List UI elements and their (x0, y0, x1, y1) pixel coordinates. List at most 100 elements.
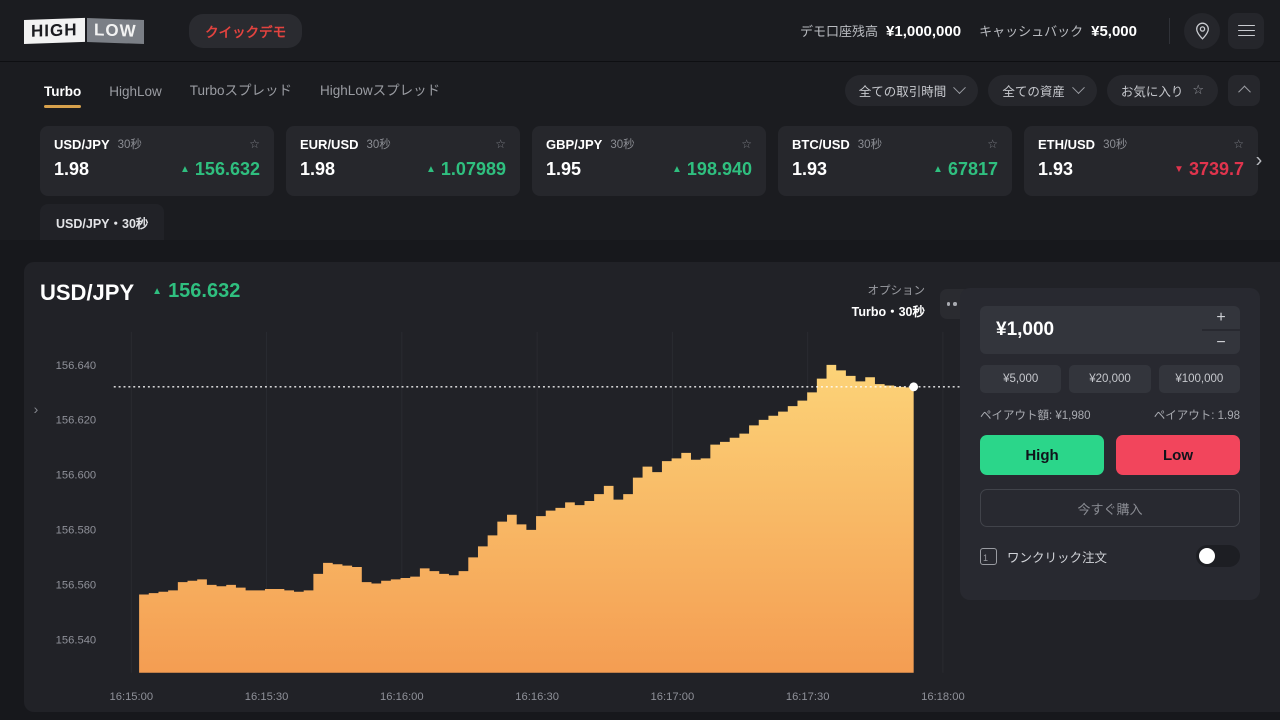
asset-price: ▲ 198.940 (672, 159, 752, 180)
option-label: オプション (867, 285, 926, 297)
brand-logo[interactable]: HIGH LOW (24, 17, 144, 44)
star-icon[interactable]: ☆ (495, 137, 506, 151)
star-icon[interactable]: ☆ (249, 137, 260, 151)
payout-amount-label: ペイアウト額: ¥1,980 (980, 410, 1091, 422)
tab-turbo-spread[interactable]: Turboスプレッド (190, 79, 292, 108)
tab-highlow[interactable]: HighLow (109, 84, 162, 108)
svg-text:156.560: 156.560 (56, 580, 97, 592)
location-pin-icon[interactable] (1184, 12, 1220, 49)
asset-duration: 30秒 (1103, 139, 1128, 151)
asset-card-btcusd[interactable]: BTC/USD 30秒 ☆ 1.93 ▲ 67817 (778, 126, 1012, 196)
chart-y-axis-labels: 156.640 156.620 156.600 156.580 156.560 156.5… (56, 360, 97, 647)
asset-price: ▲ 67817 (933, 159, 998, 180)
svg-text:16:17:30: 16:17:30 (786, 691, 830, 703)
filter-group: 全ての取引時間 全ての資産 お気に入り ☆ (844, 74, 1260, 106)
asset-symbol: USD/JPY (54, 136, 110, 152)
amount-input[interactable]: ¥1,000 (980, 306, 1202, 354)
cashback: キャッシュバック ¥5,000 (979, 21, 1137, 40)
one-click-icon: 1 (980, 547, 997, 565)
chart-panel: › USD/JPY ▲ 156.632 オプション Turbo・30秒 156.… (24, 262, 1280, 712)
buy-now-button[interactable]: 今すぐ購入 (980, 489, 1240, 527)
collapse-strip-button[interactable] (1228, 74, 1260, 106)
caret-up-icon: ▲ (426, 163, 436, 175)
quick-demo-badge[interactable]: クイックデモ (189, 13, 303, 48)
asset-duration: 30秒 (366, 139, 391, 151)
asset-price-value: 3739.7 (1188, 159, 1244, 179)
filter-duration[interactable]: 全ての取引時間 (844, 74, 979, 106)
svg-text:16:16:00: 16:16:00 (380, 691, 424, 703)
asset-card-header: USD/JPY 30秒 ☆ (54, 136, 260, 152)
chevron-down-icon (953, 80, 967, 94)
low-button[interactable]: Low (1116, 435, 1240, 475)
svg-text:16:15:00: 16:15:00 (109, 691, 153, 703)
asset-duration: 30秒 (117, 139, 142, 151)
asset-card-body: 1.93 ▲ 67817 (792, 159, 998, 180)
one-click-order-row: 1 ワンクリック注文 (980, 545, 1240, 567)
tab-highlow-spread[interactable]: HighLowスプレッド (320, 79, 440, 108)
star-icon[interactable]: ☆ (1233, 137, 1244, 151)
trade-panel: ¥1,000 + − ¥5,000 ¥20,000 ¥100,000 ペイアウト… (960, 288, 1260, 600)
star-icon[interactable]: ☆ (987, 137, 998, 151)
caret-up-icon: ▲ (933, 163, 943, 175)
chart-tab-bar: USD/JPY・30秒 (0, 204, 1280, 240)
filter-asset-label: 全ての資産 (1002, 84, 1065, 99)
asset-card-body: 1.98 ▲ 1.07989 (300, 159, 506, 180)
chevron-down-icon (1071, 80, 1085, 94)
tab-turbo[interactable]: Turbo (44, 84, 82, 108)
svg-text:156.600: 156.600 (56, 470, 97, 482)
svg-text:156.640: 156.640 (56, 360, 97, 372)
chevron-up-icon (1237, 85, 1251, 98)
demo-balance-label: デモ口座残高 (800, 24, 879, 39)
filter-favorite[interactable]: お気に入り ☆ (1106, 74, 1218, 106)
quick-amount-5000[interactable]: ¥5,000 (980, 365, 1062, 393)
header-right-group: デモ口座残高 ¥1,000,000 キャッシュバック ¥5,000 (800, 12, 1264, 49)
caret-up-icon: ▲ (180, 163, 190, 175)
asset-card-gbpjpy[interactable]: GBP/JPY 30秒 ☆ 1.95 ▲ 198.940 (532, 126, 766, 196)
chart-area-fill (139, 364, 914, 673)
asset-duration: 30秒 (610, 139, 635, 151)
asset-duration: 30秒 (857, 139, 883, 151)
chevron-right-icon[interactable]: › (1250, 150, 1268, 173)
asset-payout: 1.98 (300, 159, 336, 179)
asset-card-usdjpy[interactable]: USD/JPY 30秒 ☆ 1.98 ▲ 156.632 (40, 126, 274, 196)
option-value: Turbo・30秒 (851, 305, 925, 319)
chart-x-axis-labels: 16:15:00 16:15:30 16:16:00 16:16:30 16:17:00… (109, 691, 964, 703)
star-icon: ☆ (1192, 82, 1204, 97)
asset-card-body: 1.93 ▼ 3739.7 (1038, 159, 1244, 180)
asset-payout: 1.95 (546, 159, 582, 179)
chart-tab-usdjpy[interactable]: USD/JPY・30秒 (40, 204, 165, 240)
chart-current-price-value: 156.632 (168, 280, 241, 302)
payout-rate-label: ペイアウト: 1.98 (1153, 410, 1240, 422)
asset-price-value: 67817 (947, 159, 998, 179)
toggle-knob (1199, 548, 1215, 564)
one-click-order-toggle[interactable] (1196, 545, 1240, 567)
star-icon[interactable]: ☆ (741, 137, 752, 151)
asset-card-eurusd[interactable]: EUR/USD 30秒 ☆ 1.98 ▲ 1.07989 (286, 126, 520, 196)
direction-buttons: High Low (980, 435, 1240, 475)
demo-balance-value: ¥1,000,000 (886, 23, 962, 40)
amount-decrease-button[interactable]: − (1202, 331, 1240, 354)
quick-amount-chips: ¥5,000 ¥20,000 ¥100,000 (980, 365, 1240, 393)
hamburger-menu-icon[interactable] (1228, 12, 1264, 49)
asset-card-body: 1.98 ▲ 156.632 (54, 159, 260, 180)
filter-duration-label: 全ての取引時間 (858, 84, 947, 99)
asset-price: ▲ 1.07989 (426, 159, 506, 180)
high-button[interactable]: High (980, 435, 1104, 475)
quick-amount-100000[interactable]: ¥100,000 (1158, 365, 1240, 393)
asset-payout: 1.93 (792, 159, 828, 179)
header-divider (1169, 17, 1170, 44)
asset-card-body: 1.95 ▲ 198.940 (546, 159, 752, 180)
svg-text:156.540: 156.540 (56, 635, 97, 647)
price-chart[interactable]: 156.640 156.620 156.600 156.580 156.560 156.5… (24, 324, 980, 712)
asset-payout: 1.93 (1038, 159, 1074, 179)
amount-increase-button[interactable]: + (1202, 306, 1240, 329)
asset-card-ethusd[interactable]: ETH/USD 30秒 ☆ 1.93 ▼ 3739.7 (1024, 126, 1258, 196)
market-tabs: Turbo HighLow Turboスプレッド HighLowスプレッド (44, 62, 440, 118)
app-header: HIGH LOW クイックデモ デモ口座残高 ¥1,000,000 キャッシュバ… (0, 0, 1280, 62)
caret-up-icon: ▲ (672, 163, 682, 175)
svg-text:156.580: 156.580 (56, 525, 97, 537)
caret-up-icon: ▲ (152, 285, 163, 297)
filter-asset[interactable]: 全ての資産 (988, 74, 1097, 106)
asset-price: ▲ 156.632 (180, 159, 260, 180)
quick-amount-20000[interactable]: ¥20,000 (1069, 365, 1151, 393)
